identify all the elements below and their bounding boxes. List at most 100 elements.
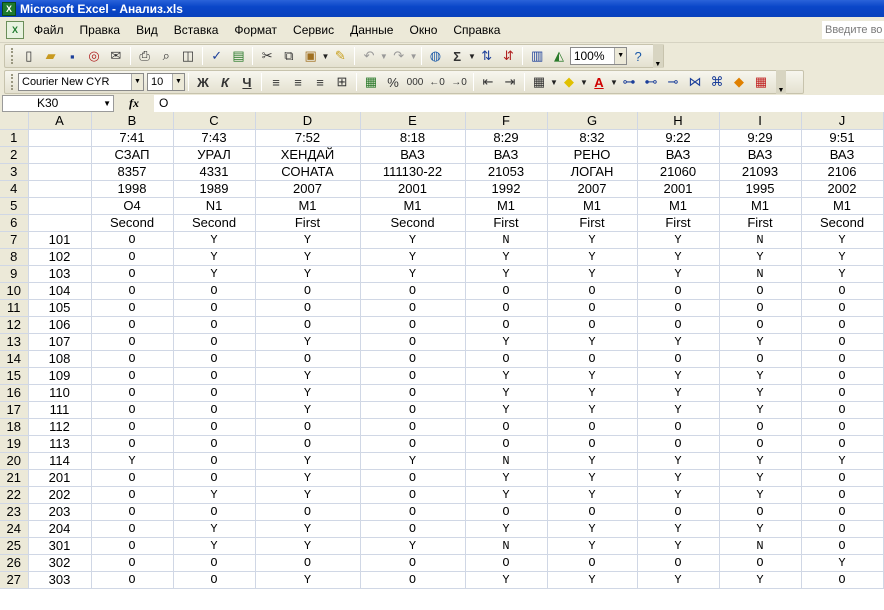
row-header[interactable]: 15 [0, 367, 29, 385]
cell[interactable]: N [719, 265, 802, 283]
cell[interactable]: ЛОГАН [547, 163, 638, 181]
percent-button[interactable]: % [382, 72, 404, 92]
row-header[interactable]: 9 [0, 265, 29, 283]
cell[interactable]: 108 [28, 350, 92, 368]
cell[interactable]: M1 [801, 197, 884, 215]
cell[interactable]: Y [719, 571, 802, 589]
merge-center-icon[interactable]: ⊞ [331, 72, 353, 92]
cell[interactable]: O [547, 282, 638, 300]
cell[interactable]: Y [801, 452, 884, 470]
cell[interactable]: Y [719, 248, 802, 266]
cell[interactable]: Y [173, 520, 256, 538]
row-header[interactable]: 6 [0, 214, 29, 232]
cell[interactable]: СОНАТА [255, 163, 361, 181]
cell[interactable]: Y [547, 231, 638, 249]
row-header[interactable]: 8 [0, 248, 29, 266]
cell[interactable]: N [465, 452, 548, 470]
cell[interactable]: O [637, 350, 720, 368]
cell[interactable]: Y [637, 384, 720, 402]
cell[interactable]: O [465, 435, 548, 453]
format-painter-icon[interactable]: ✎ [329, 46, 351, 66]
row-header[interactable]: 24 [0, 520, 29, 538]
cell[interactable]: 7:43 [173, 129, 256, 147]
cell[interactable]: O [637, 418, 720, 436]
cell[interactable]: O [465, 299, 548, 317]
cell[interactable]: Y [465, 333, 548, 351]
cell[interactable]: Y [465, 367, 548, 385]
cell[interactable]: O [801, 537, 884, 555]
cell[interactable]: 105 [28, 299, 92, 317]
column-header[interactable]: D [255, 112, 361, 130]
borders-icon[interactable]: ▦ [528, 72, 550, 92]
column-header[interactable]: A [28, 112, 92, 130]
row-header[interactable]: 5 [0, 197, 29, 215]
cell[interactable]: ВАЗ [360, 146, 466, 164]
cell[interactable]: O [547, 299, 638, 317]
sort-descending-icon[interactable]: ⇵ [498, 46, 520, 66]
cell[interactable]: Y [637, 537, 720, 555]
cell[interactable]: O [360, 282, 466, 300]
trace-error-icon[interactable]: ⋈ [684, 72, 706, 92]
cell[interactable]: 1995 [719, 180, 802, 198]
row-header[interactable]: 19 [0, 435, 29, 453]
cell[interactable]: O [637, 503, 720, 521]
cell[interactable]: O [91, 367, 174, 385]
cell[interactable]: Y [465, 401, 548, 419]
font-color-icon[interactable]: A [588, 72, 610, 92]
copy-icon[interactable]: ⧉ [278, 46, 300, 66]
column-header[interactable]: F [465, 112, 548, 130]
cell[interactable]: O [255, 282, 361, 300]
cell[interactable]: Y [637, 333, 720, 351]
chart-wizard-icon[interactable]: ▥ [526, 46, 548, 66]
row-header[interactable]: 12 [0, 316, 29, 334]
cell[interactable]: O [173, 316, 256, 334]
title-bar[interactable]: X Microsoft Excel - Анализ.xls [0, 0, 884, 17]
cell[interactable]: Y [255, 401, 361, 419]
cell[interactable]: O [801, 520, 884, 538]
cell[interactable]: 204 [28, 520, 92, 538]
cell[interactable]: Y [173, 265, 256, 283]
cell[interactable]: O [637, 316, 720, 334]
cell[interactable]: O [360, 401, 466, 419]
cell[interactable] [28, 180, 92, 198]
cell[interactable]: O [637, 282, 720, 300]
cell[interactable]: M1 [637, 197, 720, 215]
trace-dependents-icon[interactable]: ⊷ [640, 72, 662, 92]
cell[interactable]: O [173, 350, 256, 368]
cell[interactable]: O [637, 554, 720, 572]
cell[interactable]: СЗАП [91, 146, 174, 164]
cell[interactable]: O [465, 418, 548, 436]
cell[interactable]: Y [547, 401, 638, 419]
align-left-icon[interactable]: ≡ [265, 72, 287, 92]
name-box-dropdown-icon[interactable]: ▼ [103, 96, 111, 111]
autosum-dropdown-icon[interactable]: ▼ [468, 52, 476, 61]
cell[interactable]: Second [801, 214, 884, 232]
research-book-icon[interactable]: ▤ [228, 46, 250, 66]
cell[interactable]: 1998 [91, 180, 174, 198]
cell[interactable]: 111130-22 [360, 163, 466, 181]
cell[interactable]: O [801, 571, 884, 589]
cell[interactable]: O [547, 503, 638, 521]
cell[interactable]: O [91, 333, 174, 351]
row-header[interactable]: 4 [0, 180, 29, 198]
select-all-corner[interactable] [0, 112, 29, 130]
cell[interactable]: Y [801, 248, 884, 266]
cell[interactable]: O [801, 384, 884, 402]
row-header[interactable]: 16 [0, 384, 29, 402]
spelling-icon[interactable]: ✓ [206, 46, 228, 66]
cell[interactable]: Y [547, 571, 638, 589]
cell[interactable]: ВАЗ [465, 146, 548, 164]
toolbar-grip[interactable] [11, 48, 14, 64]
cell[interactable]: O [173, 435, 256, 453]
cell[interactable]: O [91, 248, 174, 266]
cell[interactable]: 107 [28, 333, 92, 351]
cell[interactable]: N [719, 537, 802, 555]
help-search-input[interactable]: Введите вопрос [822, 21, 884, 39]
print-preview-icon[interactable]: ⌕ [155, 46, 177, 66]
row-header[interactable]: 14 [0, 350, 29, 368]
cell[interactable]: O [91, 265, 174, 283]
cell[interactable]: O [801, 316, 884, 334]
align-center-icon[interactable]: ≡ [287, 72, 309, 92]
cell[interactable]: Y [547, 469, 638, 487]
thousands-separator-button[interactable]: 000 [404, 72, 426, 92]
